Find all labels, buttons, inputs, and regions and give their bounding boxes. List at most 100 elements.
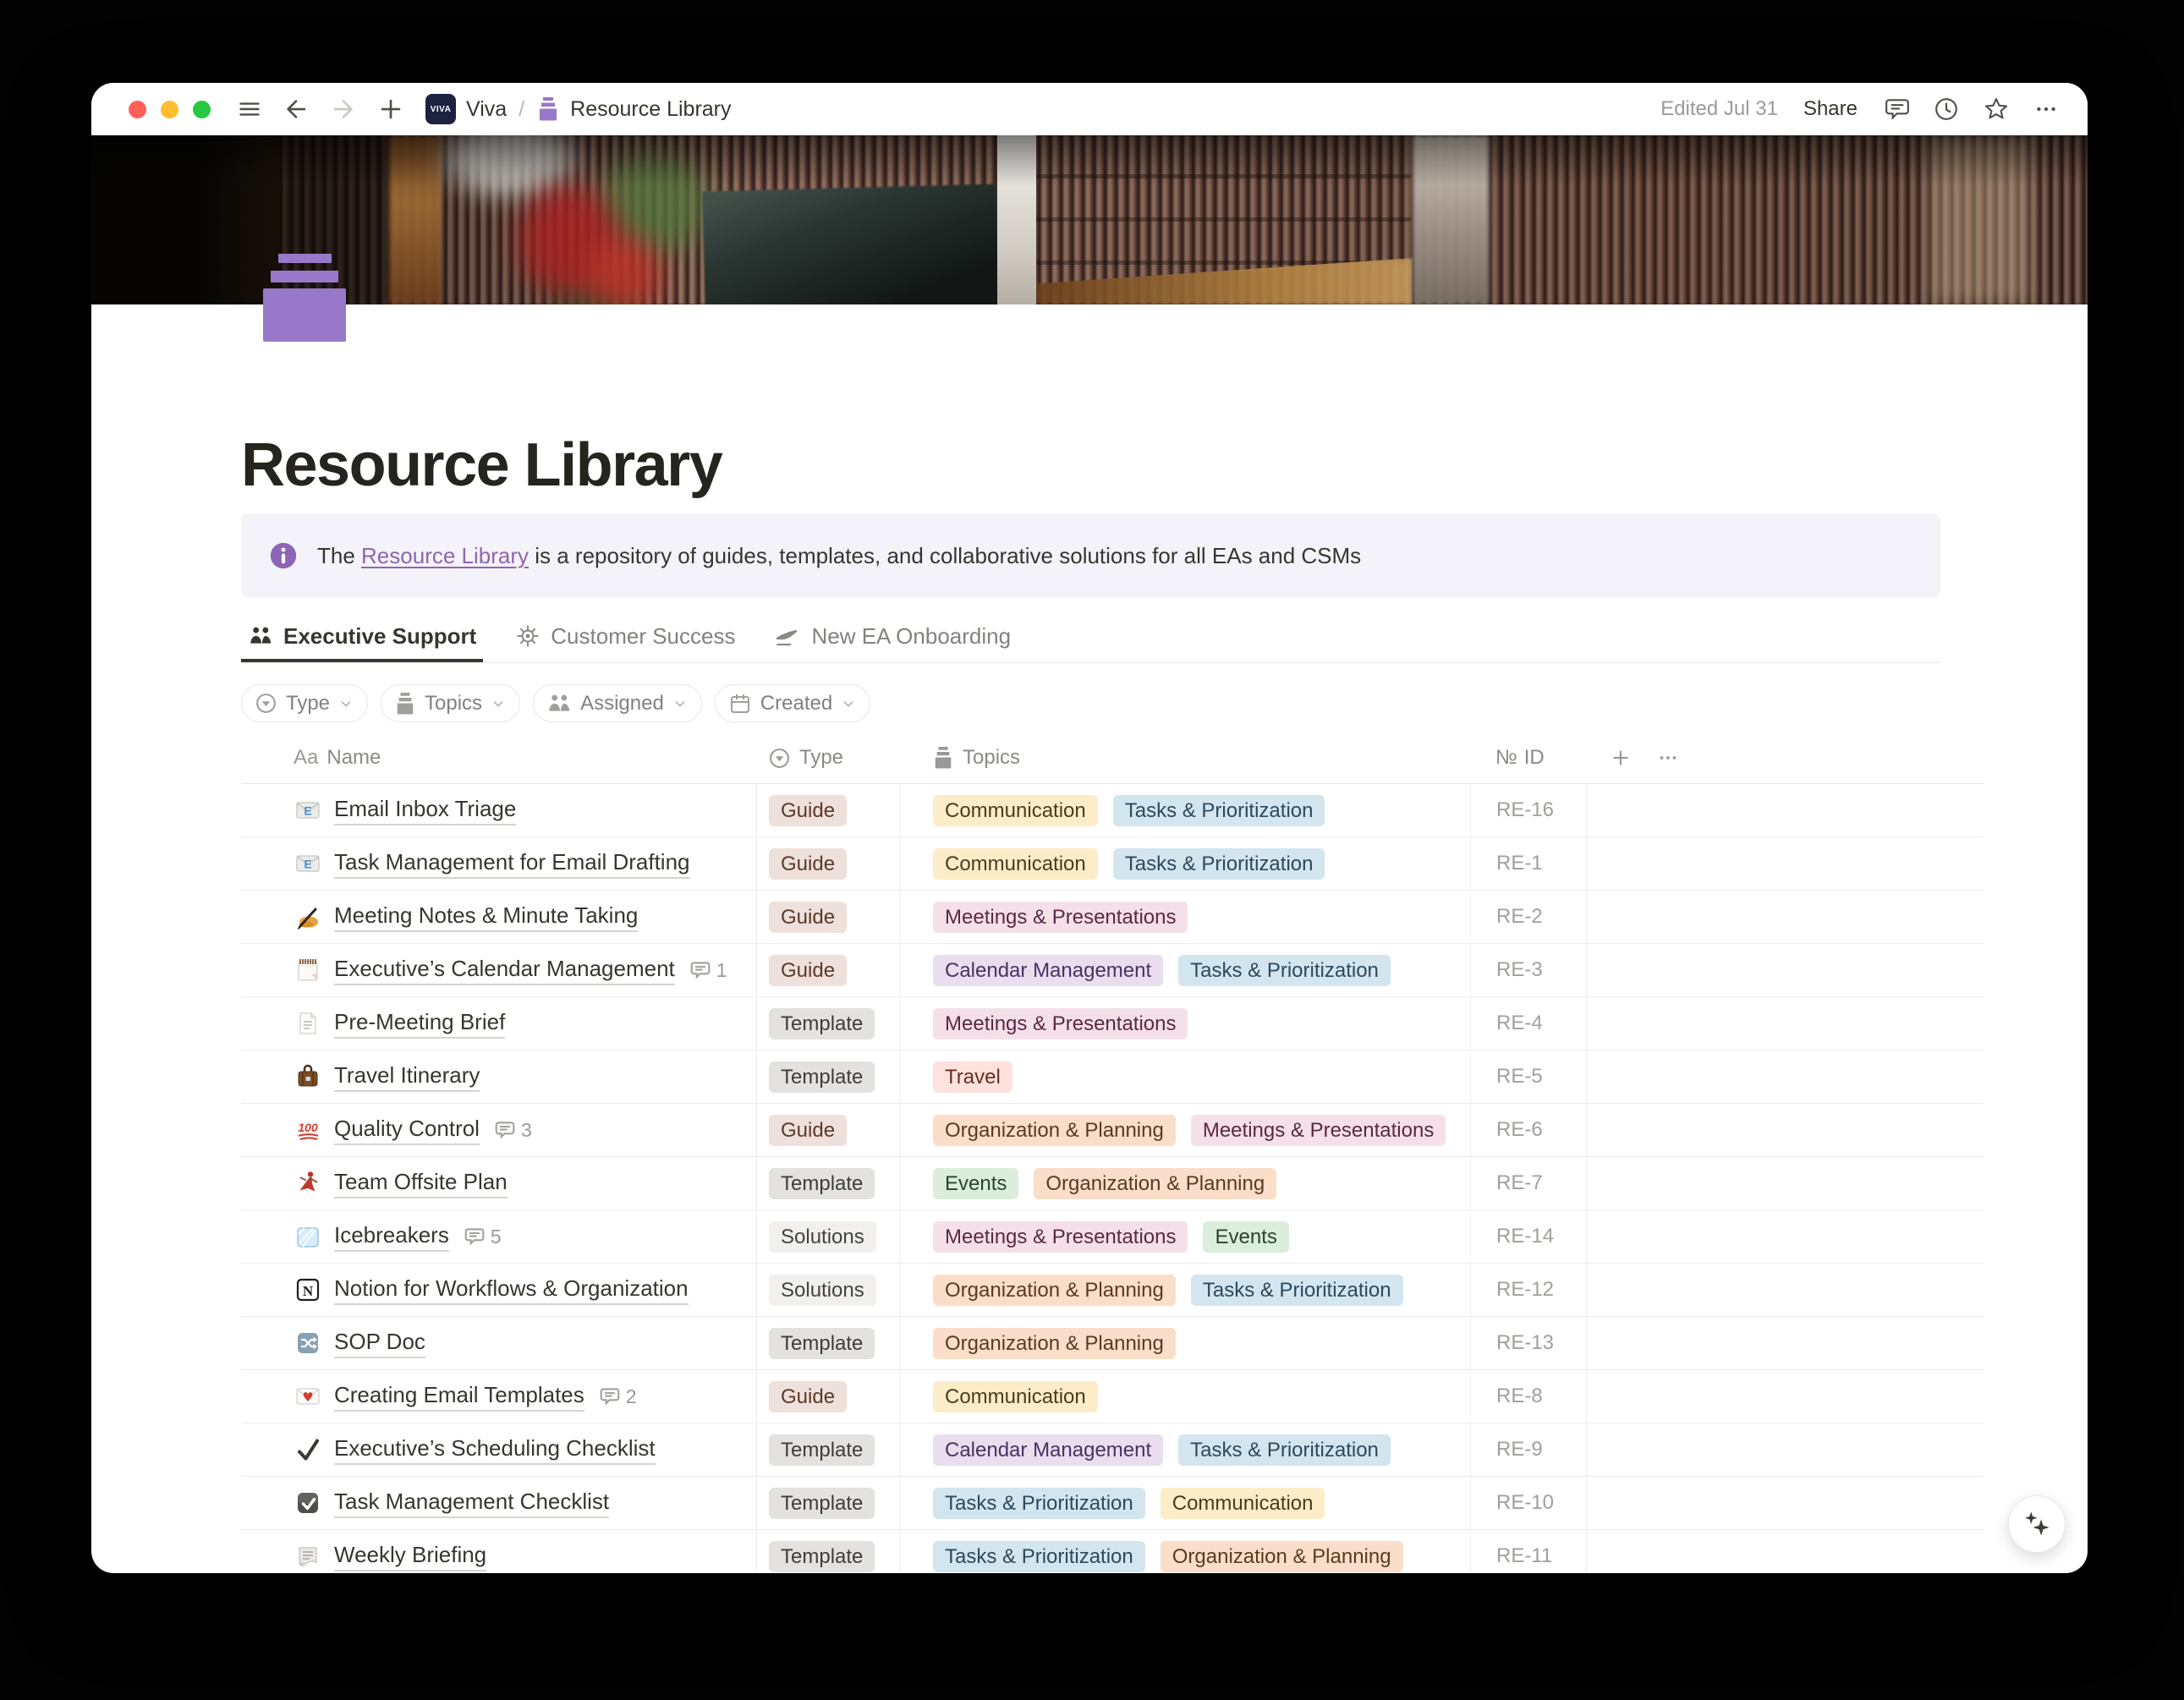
cell-id[interactable]: RE-16 bbox=[1470, 784, 1586, 836]
filter-type[interactable]: Type bbox=[241, 684, 368, 722]
cell-type[interactable]: Template bbox=[756, 1530, 900, 1573]
page-link[interactable]: Pre-Meeting Brief bbox=[334, 1009, 505, 1039]
page-link[interactable]: Icebreakers bbox=[334, 1222, 449, 1252]
comment-count-badge[interactable]: 1 bbox=[690, 959, 727, 982]
filter-topics[interactable]: Topics bbox=[381, 684, 520, 722]
favorite-button[interactable] bbox=[1983, 96, 2010, 123]
cell-name[interactable]: Executive’s Calendar Management 1 bbox=[241, 944, 756, 996]
cell-name[interactable]: 100Quality Control3 bbox=[241, 1104, 756, 1156]
page-link[interactable]: Team Offsite Plan bbox=[334, 1169, 508, 1198]
cell-type[interactable]: Template bbox=[756, 1157, 900, 1209]
cell-name[interactable]: Team Offsite Plan bbox=[241, 1157, 756, 1209]
cell-id[interactable]: RE-6 bbox=[1470, 1104, 1586, 1156]
cell-name[interactable]: SOP Doc bbox=[241, 1317, 756, 1369]
cell-id[interactable]: RE-9 bbox=[1470, 1423, 1586, 1476]
ai-assistant-button[interactable] bbox=[2008, 1495, 2066, 1553]
comments-button[interactable] bbox=[1885, 96, 1910, 122]
page-link[interactable]: Quality Control bbox=[334, 1116, 480, 1145]
column-header-name[interactable]: Aa Name bbox=[241, 732, 756, 783]
new-page-button[interactable] bbox=[378, 96, 403, 122]
cell-id[interactable]: RE-8 bbox=[1470, 1370, 1586, 1423]
comment-count-badge[interactable]: 3 bbox=[495, 1119, 532, 1142]
cell-type[interactable]: Template bbox=[756, 1050, 900, 1103]
cell-name[interactable]: EEmail Inbox Triage bbox=[241, 784, 756, 836]
minimize-button[interactable] bbox=[161, 101, 178, 118]
cell-id[interactable]: RE-1 bbox=[1470, 837, 1586, 890]
page-link[interactable]: Travel Itinerary bbox=[334, 1062, 480, 1092]
comment-count-badge[interactable]: 2 bbox=[600, 1385, 637, 1408]
cell-name[interactable]: Icebreakers 5 bbox=[241, 1210, 756, 1263]
cell-id[interactable]: RE-3 bbox=[1470, 944, 1586, 996]
cell-name[interactable]: Pre-Meeting Brief bbox=[241, 997, 756, 1050]
comment-count-badge[interactable]: 5 bbox=[464, 1226, 502, 1248]
cell-topics[interactable]: Calendar ManagementTasks & Prioritizatio… bbox=[900, 1423, 1470, 1476]
cell-type[interactable]: Template bbox=[756, 1477, 900, 1529]
cell-topics[interactable]: Meetings & Presentations bbox=[900, 891, 1470, 943]
column-header-topics[interactable]: Topics bbox=[900, 732, 1470, 783]
cell-type[interactable]: Guide bbox=[756, 784, 900, 836]
cell-name[interactable]: ETask Management for Email Drafting bbox=[241, 837, 756, 890]
share-button[interactable]: Share bbox=[1803, 97, 1857, 121]
cell-topics[interactable]: Communication bbox=[900, 1370, 1470, 1423]
cell-id[interactable]: RE-5 bbox=[1470, 1050, 1586, 1103]
cell-type[interactable]: Template bbox=[756, 1317, 900, 1369]
cell-topics[interactable]: Tasks & PrioritizationOrganization & Pla… bbox=[900, 1530, 1470, 1573]
back-button[interactable] bbox=[283, 96, 309, 122]
cell-id[interactable]: RE-4 bbox=[1470, 997, 1586, 1050]
forward-button[interactable] bbox=[331, 96, 356, 122]
breadcrumb-workspace[interactable]: Viva bbox=[466, 97, 507, 122]
cell-id[interactable]: RE-12 bbox=[1470, 1264, 1586, 1316]
tab-new-ea-onboarding[interactable]: New EA Onboarding bbox=[767, 621, 1018, 662]
cell-topics[interactable]: Calendar ManagementTasks & Prioritizatio… bbox=[900, 944, 1470, 996]
cell-topics[interactable]: Organization & PlanningTasks & Prioritiz… bbox=[900, 1264, 1470, 1316]
cell-topics[interactable]: CommunicationTasks & Prioritization bbox=[900, 784, 1470, 836]
cell-topics[interactable]: Organization & Planning bbox=[900, 1317, 1470, 1369]
callout-page-link[interactable]: Resource Library bbox=[361, 543, 529, 568]
cell-name[interactable]: Executive’s Scheduling Checklist bbox=[241, 1423, 756, 1476]
cell-type[interactable]: Solutions bbox=[756, 1264, 900, 1316]
page-link[interactable]: Weekly Briefing bbox=[334, 1542, 486, 1571]
page-link[interactable]: Email Inbox Triage bbox=[334, 796, 516, 825]
page-link[interactable]: SOP Doc bbox=[334, 1329, 425, 1358]
cell-id[interactable]: RE-7 bbox=[1470, 1157, 1586, 1209]
cell-id[interactable]: RE-14 bbox=[1470, 1210, 1586, 1263]
cell-topics[interactable]: Travel bbox=[900, 1050, 1470, 1103]
cell-type[interactable]: Template bbox=[756, 1423, 900, 1476]
add-column-button[interactable] bbox=[1610, 747, 1632, 769]
cell-type[interactable]: Guide bbox=[756, 1370, 900, 1423]
cell-type[interactable]: Solutions bbox=[756, 1210, 900, 1263]
column-header-type[interactable]: Type bbox=[756, 732, 900, 783]
breadcrumb-page[interactable]: Resource Library bbox=[570, 97, 731, 122]
tab-executive-support[interactable]: Executive Support bbox=[241, 621, 483, 662]
page-link[interactable]: Executive’s Calendar Management bbox=[334, 956, 675, 985]
cell-id[interactable]: RE-10 bbox=[1470, 1477, 1586, 1529]
cell-name[interactable]: Task Management Checklist bbox=[241, 1477, 756, 1529]
more-options-button[interactable] bbox=[2033, 96, 2059, 122]
cell-name[interactable]: NNotion for Workflows & Organization bbox=[241, 1264, 756, 1316]
cell-topics[interactable]: Meetings & Presentations bbox=[900, 997, 1470, 1050]
page-cover-image[interactable] bbox=[91, 135, 2088, 304]
cell-name[interactable]: Travel Itinerary bbox=[241, 1050, 756, 1103]
filter-created[interactable]: Created bbox=[715, 684, 870, 722]
cell-id[interactable]: RE-2 bbox=[1470, 891, 1586, 943]
cell-id[interactable]: RE-13 bbox=[1470, 1317, 1586, 1369]
page-link[interactable]: Task Management Checklist bbox=[334, 1489, 609, 1518]
column-header-id[interactable]: № ID bbox=[1470, 732, 1586, 783]
page-link[interactable]: Meeting Notes & Minute Taking bbox=[334, 902, 638, 932]
sidebar-toggle-button[interactable] bbox=[238, 97, 261, 121]
cell-type[interactable]: Guide bbox=[756, 1104, 900, 1156]
cell-topics[interactable]: Organization & PlanningMeetings & Presen… bbox=[900, 1104, 1470, 1156]
page-link[interactable]: Task Management for Email Drafting bbox=[334, 849, 690, 879]
page-icon-archive[interactable] bbox=[262, 254, 347, 342]
cell-type[interactable]: Guide bbox=[756, 944, 900, 996]
page-link[interactable]: Creating Email Templates bbox=[334, 1382, 584, 1412]
page-link[interactable]: Notion for Workflows & Organization bbox=[334, 1275, 689, 1305]
filter-assigned[interactable]: Assigned bbox=[533, 684, 702, 722]
cell-topics[interactable]: CommunicationTasks & Prioritization bbox=[900, 837, 1470, 890]
page-title[interactable]: Resource Library bbox=[241, 304, 1940, 496]
history-button[interactable] bbox=[1934, 96, 1959, 122]
page-link[interactable]: Executive’s Scheduling Checklist bbox=[334, 1435, 656, 1465]
table-options-button[interactable] bbox=[1657, 747, 1679, 769]
cell-name[interactable]: Weekly Briefing bbox=[241, 1530, 756, 1573]
cell-topics[interactable]: EventsOrganization & Planning bbox=[900, 1157, 1470, 1209]
